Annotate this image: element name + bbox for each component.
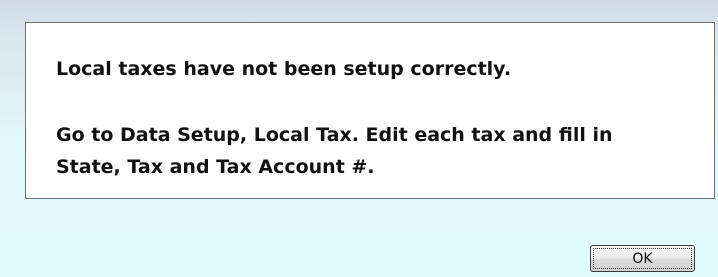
ok-button[interactable]: OK bbox=[590, 245, 695, 272]
message-panel: Local taxes have not been setup correctl… bbox=[25, 22, 715, 199]
message-text-line-3: State, Tax and Tax Account #. bbox=[56, 156, 375, 178]
message-text-line-2: Go to Data Setup, Local Tax. Edit each t… bbox=[56, 124, 613, 146]
message-text-line-1: Local taxes have not been setup correctl… bbox=[56, 58, 512, 80]
ok-button-label: OK bbox=[593, 248, 692, 269]
dialog-window: Local taxes have not been setup correctl… bbox=[0, 0, 718, 277]
